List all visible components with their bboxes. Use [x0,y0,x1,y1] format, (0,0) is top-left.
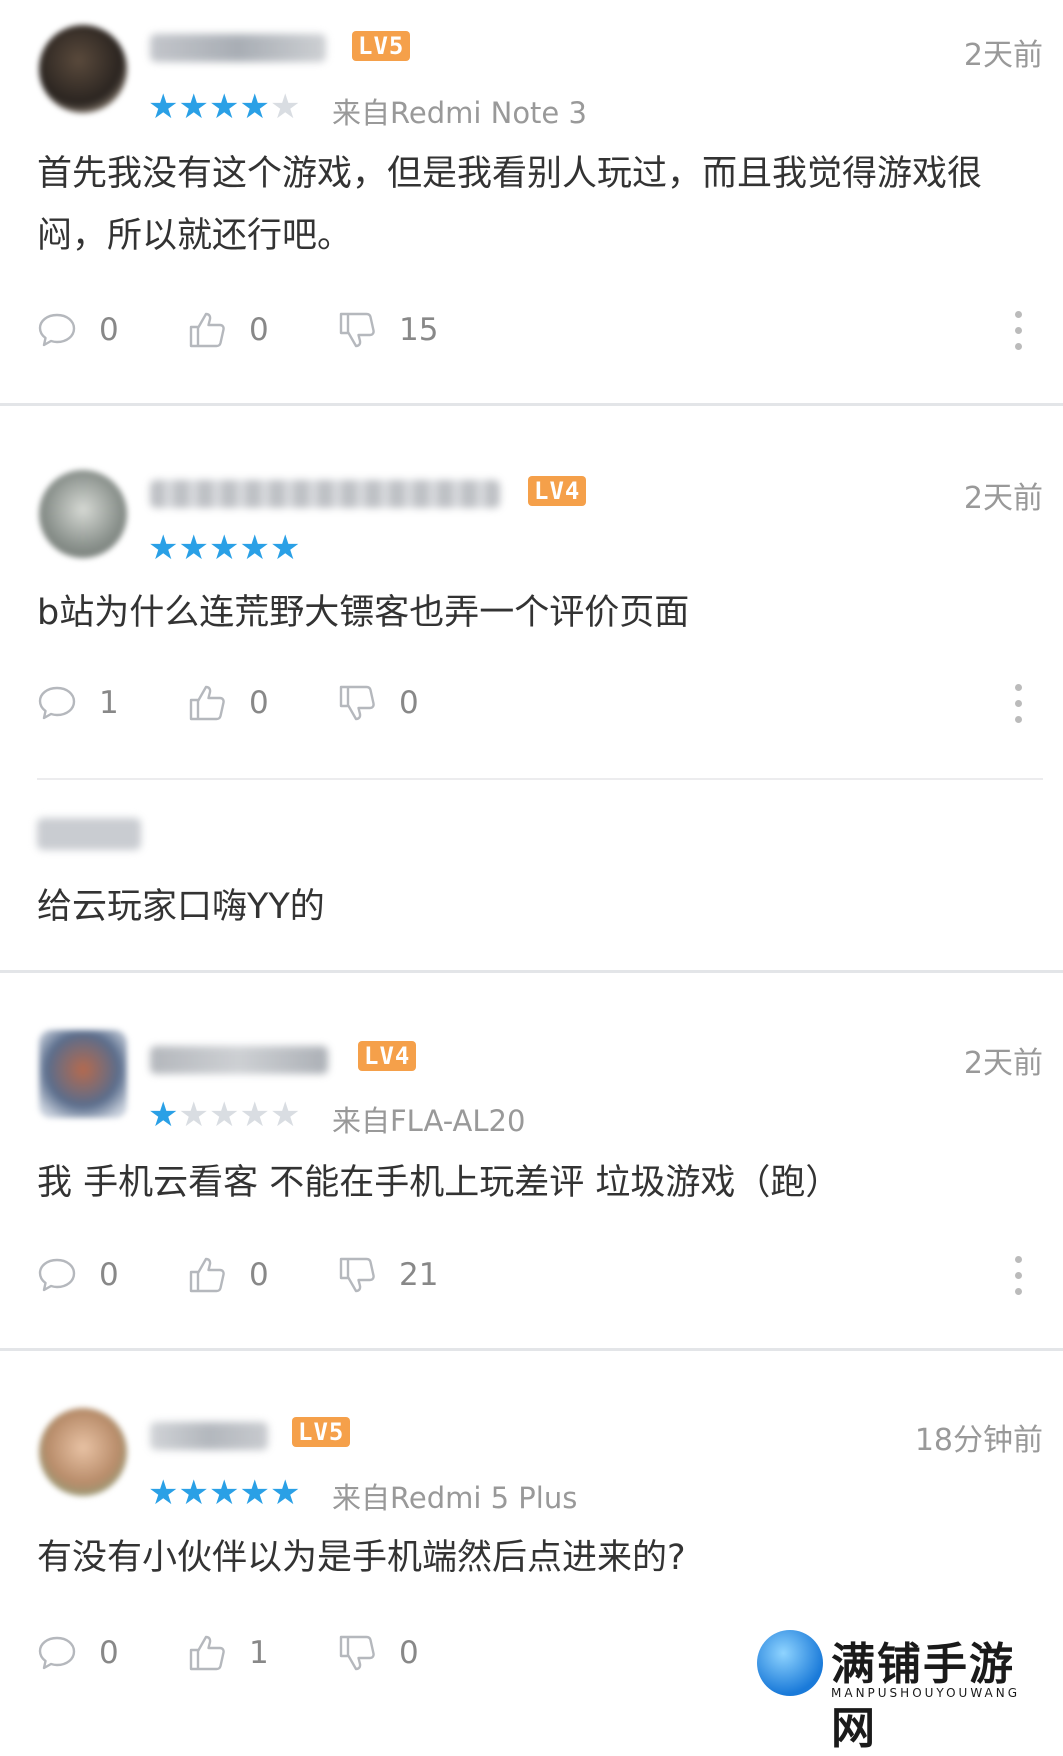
more-vertical-icon[interactable] [1013,311,1023,350]
star-filled-icon: ★ [208,1473,240,1513]
divider [0,403,1063,406]
star-empty-icon: ★ [269,1095,301,1135]
username-blurred[interactable] [150,34,326,62]
star-filled-icon: ★ [148,87,179,127]
review-actions: 1 0 0 [37,678,1007,728]
thumbs-up-icon [187,683,227,723]
star-filled-icon: ★ [178,1473,209,1513]
dislike-count: 21 [399,1257,439,1293]
reply-button[interactable]: 0 [37,1633,129,1673]
like-count: 1 [249,1635,269,1671]
star-rating: ★★★★★ [148,87,300,127]
device-label: 来自FLA-AL20 [332,1104,526,1138]
thumbs-up-icon [187,1633,227,1673]
reply-button[interactable]: 1 [37,683,129,723]
star-filled-icon: ★ [148,1473,179,1513]
level-badge: LV5 [292,1417,351,1447]
reply-count: 1 [99,685,119,721]
review-actions: 0 0 15 [37,305,1007,355]
star-empty-icon: ★ [208,1095,240,1135]
watermark-subtitle: MANPUSHOUYOUWANG [831,1686,1021,1700]
like-count: 0 [249,1257,269,1293]
review-content[interactable]: 有没有小伙伴以为是手机端然后点进来的? [37,1527,1023,1589]
thumbs-up-icon [187,1255,227,1295]
device-label: 来自Redmi Note 3 [332,96,587,130]
dislike-button[interactable]: 15 [337,310,438,350]
star-filled-icon: ★ [148,528,179,568]
thumbs-down-icon [337,1255,377,1295]
avatar[interactable] [39,470,127,558]
star-empty-icon: ★ [239,1095,270,1135]
timestamp: 2天前 [963,481,1043,516]
watermark-logo: 满铺手游网 MANPUSHOUYOUWANG [757,1628,1057,1754]
review-content[interactable]: 首先我没有这个游戏，但是我看别人玩过，而且我觉得游戏很闷，所以就还行吧。 [37,143,1023,267]
reply-divider [37,778,1043,780]
star-filled-icon: ★ [208,87,240,127]
reply-count: 0 [99,1257,119,1293]
thumbs-down-icon [337,1633,377,1673]
dislike-count: 15 [399,312,439,348]
dislike-button[interactable]: 21 [337,1255,438,1295]
device-label: 来自Redmi 5 Plus [332,1481,578,1515]
star-filled-icon: ★ [208,528,240,568]
comment-bubble-icon [37,683,77,723]
star-rating: ★★★★★ [148,528,300,568]
more-vertical-icon[interactable] [1013,684,1023,723]
star-filled-icon: ★ [178,528,209,568]
username-blurred[interactable] [150,480,500,508]
comment-bubble-icon [37,1255,77,1295]
thumbs-down-icon [337,683,377,723]
star-filled-icon: ★ [269,1473,301,1513]
dislike-count: 0 [399,1635,419,1671]
divider [0,1348,1063,1351]
watermark-drop-icon [757,1630,823,1696]
comment-bubble-icon [37,310,77,350]
dislike-button[interactable]: 0 [337,683,429,723]
reply-username-blurred[interactable] [37,818,141,850]
timestamp: 2天前 [963,1046,1043,1081]
star-empty-icon: ★ [178,1095,209,1135]
divider [0,970,1063,973]
reply-count: 0 [99,1635,119,1671]
star-filled-icon: ★ [269,528,301,568]
like-count: 0 [249,685,269,721]
timestamp: 18分钟前 [914,1423,1043,1458]
star-filled-icon: ★ [148,1095,179,1135]
star-rating: ★★★★★ [148,1473,300,1513]
thumbs-down-icon [337,310,377,350]
like-button[interactable]: 0 [187,310,279,350]
dislike-count: 0 [399,685,419,721]
reply-preview-text[interactable]: 给云玩家口嗨YY的 [37,878,325,929]
like-button[interactable]: 0 [187,1255,279,1295]
review-actions: 0 0 21 [37,1250,1007,1300]
star-filled-icon: ★ [239,528,270,568]
timestamp: 2天前 [963,38,1043,73]
review-content[interactable]: 我 手机云看客 不能在手机上玩差评 垃圾游戏（跑） [37,1152,1023,1214]
avatar[interactable] [39,1030,127,1118]
level-badge: LV4 [358,1041,417,1071]
review-content[interactable]: b站为什么连荒野大镖客也弄一个评价页面 [37,582,1023,644]
level-badge: LV5 [352,31,411,61]
more-vertical-icon[interactable] [1013,1256,1023,1295]
avatar[interactable] [39,25,127,113]
username-blurred[interactable] [150,1422,268,1450]
reply-count: 0 [99,312,119,348]
thumbs-up-icon [187,310,227,350]
star-empty-icon: ★ [269,87,301,127]
reply-button[interactable]: 0 [37,310,129,350]
comment-bubble-icon [37,1633,77,1673]
avatar[interactable] [39,1408,127,1496]
star-filled-icon: ★ [178,87,209,127]
dislike-button[interactable]: 0 [337,1633,429,1673]
like-button[interactable]: 0 [187,683,279,723]
like-button[interactable]: 1 [187,1633,279,1673]
level-badge: LV4 [528,476,587,506]
reply-button[interactable]: 0 [37,1255,129,1295]
star-filled-icon: ★ [239,87,270,127]
like-count: 0 [249,312,269,348]
star-filled-icon: ★ [239,1473,270,1513]
username-blurred[interactable] [150,1046,328,1074]
star-rating: ★★★★★ [148,1095,300,1135]
